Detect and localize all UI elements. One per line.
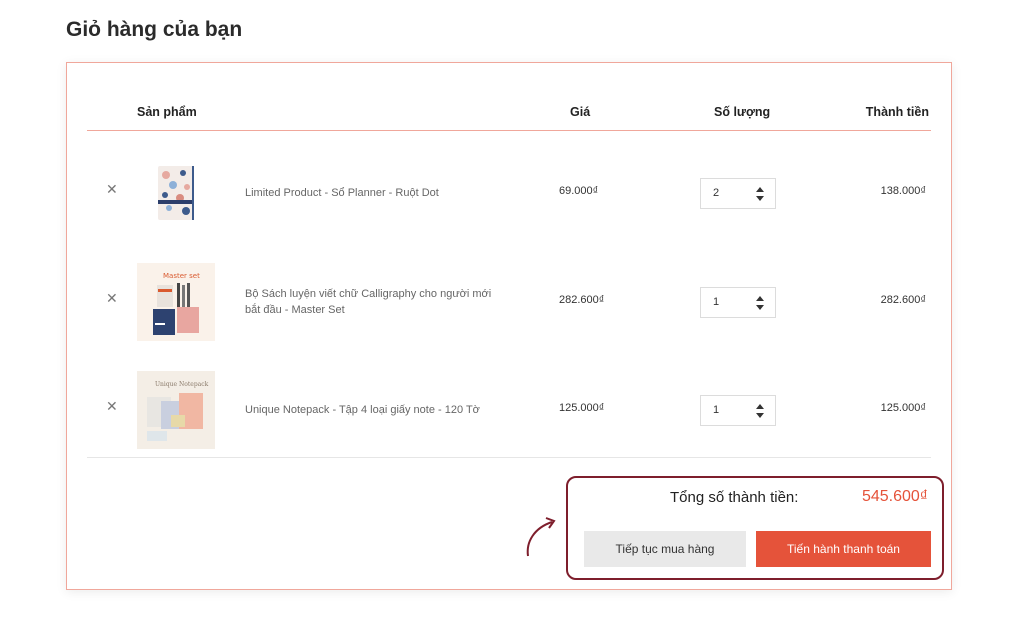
curved-arrow-icon xyxy=(526,517,556,557)
spinner-icon[interactable] xyxy=(755,294,765,312)
remove-item-icon[interactable]: ✕ xyxy=(106,290,118,307)
checkout-button[interactable]: Tiến hành thanh toán xyxy=(756,531,931,567)
remove-item-icon[interactable]: ✕ xyxy=(106,398,118,415)
header-product: Sản phẩm xyxy=(137,105,197,119)
product-price: 69.000₫ xyxy=(559,185,599,197)
product-image-master-set[interactable]: Master set xyxy=(137,263,215,341)
header-price: Giá xyxy=(570,105,591,119)
table-row: ✕ Limited Product - Sổ Planner - Ruột Do… xyxy=(87,139,931,247)
quantity-value[interactable]: 1 xyxy=(713,404,719,416)
product-image-notepack[interactable]: Unique Notepack xyxy=(137,371,215,449)
svg-text:Master set: Master set xyxy=(163,272,200,280)
page-title: Giỏ hàng của bạn xyxy=(66,18,243,41)
total-label: Tổng số thành tiền: xyxy=(670,489,799,506)
product-name[interactable]: Bộ Sách luyện viết chữ Calligraphy cho n… xyxy=(245,286,505,318)
table-header: Sản phẩm Giá Số lượng Thành tiền xyxy=(87,93,931,131)
header-quantity: Số lượng xyxy=(714,105,771,119)
spinner-icon[interactable] xyxy=(755,402,765,420)
product-total: 138.000₫ xyxy=(880,185,926,197)
continue-shopping-button[interactable]: Tiếp tục mua hàng xyxy=(584,531,746,567)
total-amount: 545.600₫ xyxy=(861,488,928,505)
product-price: 125.000₫ xyxy=(559,402,605,414)
table-row: ✕ Master set Bộ Sách luyện viết chữ Call… xyxy=(87,248,931,356)
svg-text:Unique Notepack: Unique Notepack xyxy=(155,381,209,388)
quantity-stepper[interactable]: 1 xyxy=(700,395,776,426)
product-total: 125.000₫ xyxy=(880,402,926,414)
product-name[interactable]: Limited Product - Sổ Planner - Ruột Dot xyxy=(245,185,505,201)
product-total: 282.600₫ xyxy=(880,294,926,306)
product-name[interactable]: Unique Notepack - Tập 4 loại giấy note -… xyxy=(245,402,505,418)
remove-item-icon[interactable]: ✕ xyxy=(106,181,118,198)
header-total: Thành tiền xyxy=(865,105,929,119)
quantity-value[interactable]: 1 xyxy=(713,296,719,308)
quantity-stepper[interactable]: 2 xyxy=(700,178,776,209)
table-row: ✕ Unique Notepack Unique Notepack - Tập … xyxy=(87,356,931,464)
product-price: 282.600₫ xyxy=(559,294,605,306)
spinner-icon[interactable] xyxy=(755,185,765,203)
product-image-planner[interactable] xyxy=(137,154,215,232)
quantity-value[interactable]: 2 xyxy=(713,187,719,199)
quantity-stepper[interactable]: 1 xyxy=(700,287,776,318)
cart-summary: Tổng số thành tiền: 545.600₫ Tiếp tục mu… xyxy=(566,476,944,580)
table-divider xyxy=(87,457,931,458)
